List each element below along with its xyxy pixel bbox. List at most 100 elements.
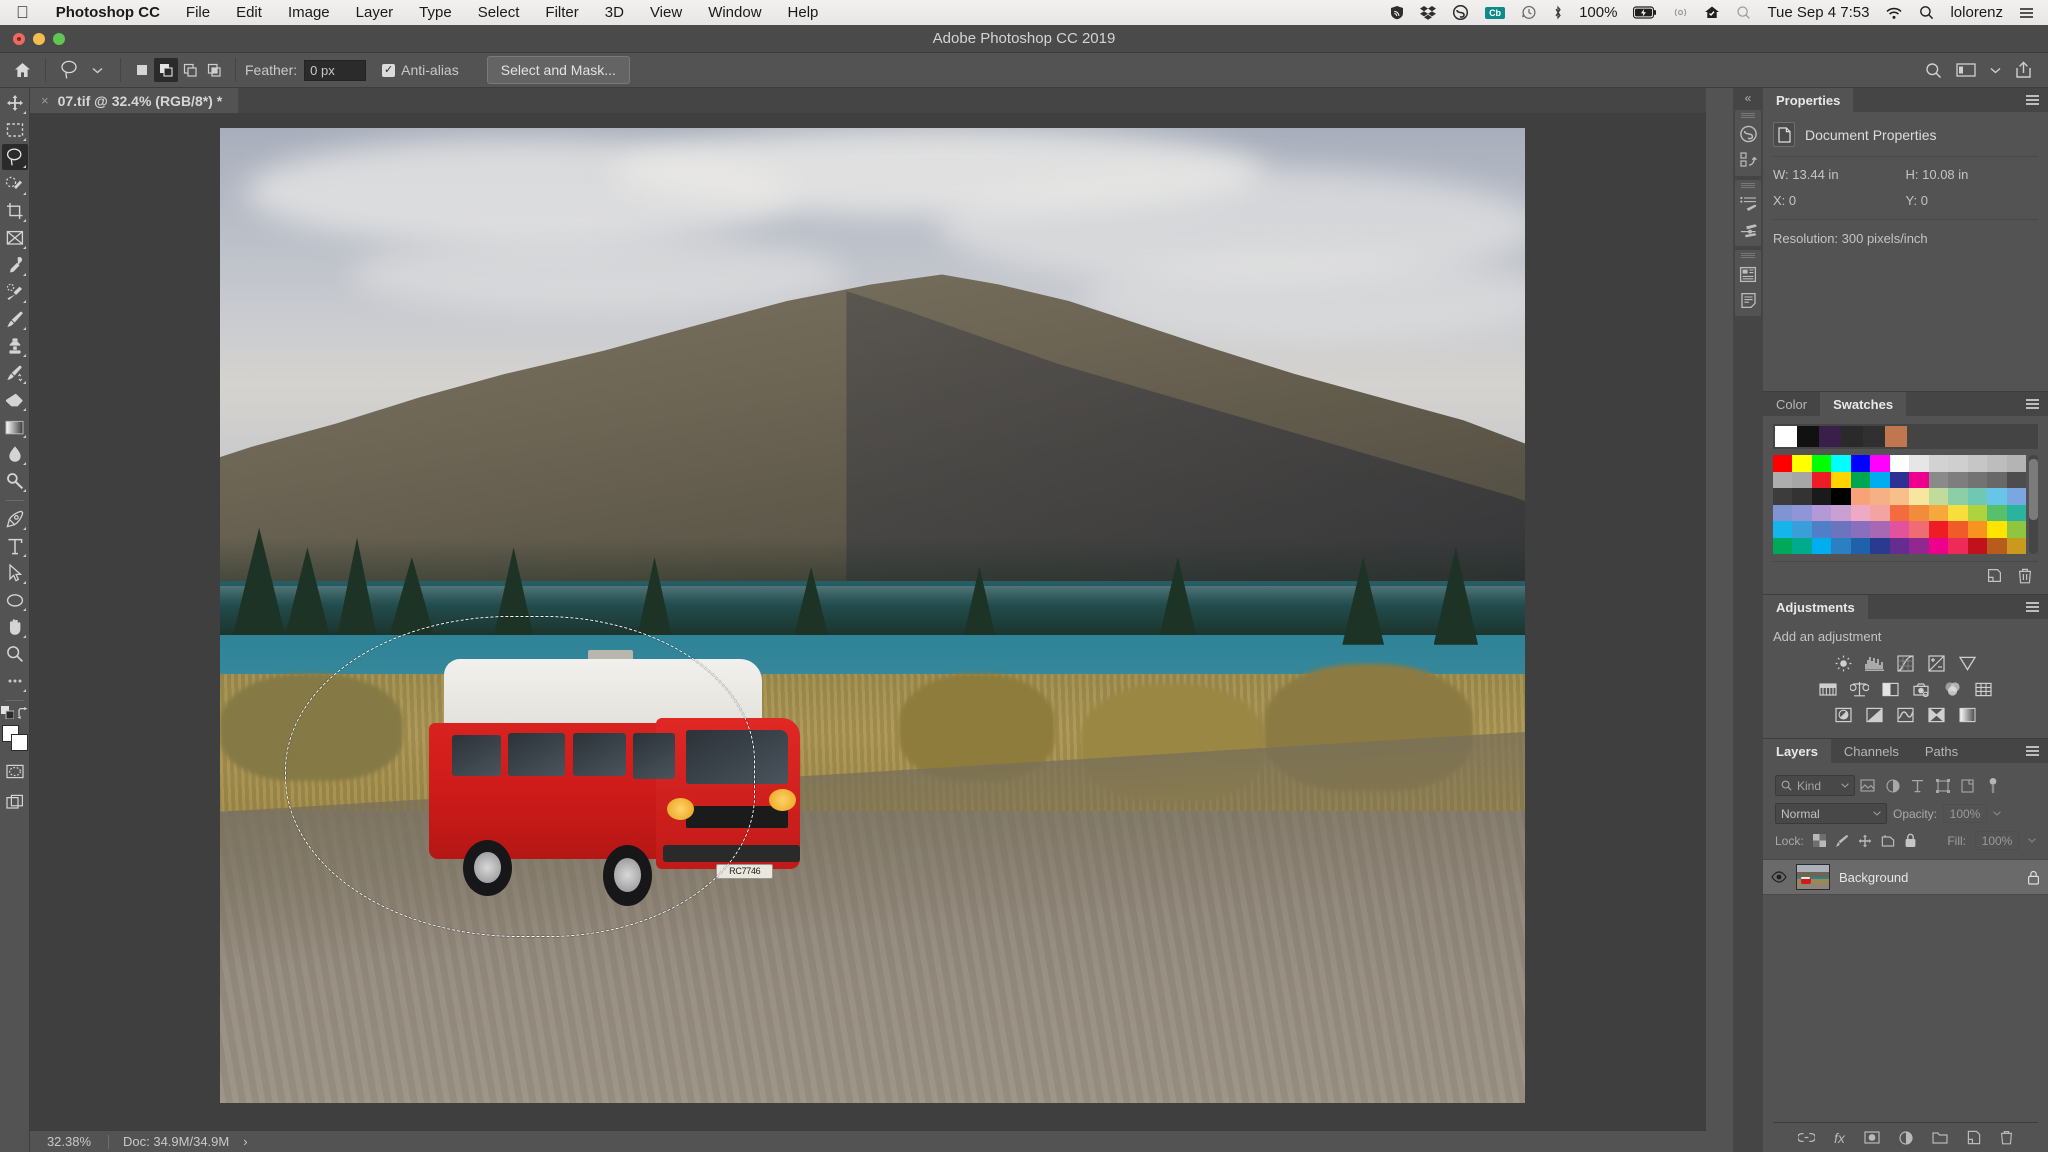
color-swatch[interactable]: [1909, 504, 1929, 521]
panel-grab-handle[interactable]: [1741, 113, 1755, 118]
invert-icon[interactable]: [1834, 705, 1854, 725]
status-expand-chevron-icon[interactable]: ›: [243, 1134, 247, 1149]
menu-item-layer[interactable]: Layer: [343, 4, 407, 21]
color-swatch[interactable]: [1967, 521, 1988, 538]
color-swatch[interactable]: [1831, 455, 1851, 472]
cleanmymac-icon[interactable]: [1696, 5, 1728, 20]
lasso-tool-icon[interactable]: [55, 57, 83, 83]
tool-quick-selection[interactable]: [2, 171, 28, 197]
color-swatch[interactable]: [2006, 488, 2026, 505]
color-swatch[interactable]: [1792, 504, 1812, 521]
time-machine-icon[interactable]: [1513, 5, 1545, 20]
workspace-switcher-icon[interactable]: [1956, 62, 1976, 78]
color-swatch[interactable]: [1831, 471, 1851, 488]
lock-artboard-nesting-icon[interactable]: [1881, 834, 1895, 847]
color-swatch[interactable]: [1928, 455, 1949, 472]
swatches-panel-menu-icon[interactable]: [2017, 392, 2048, 416]
recent-swatches-row[interactable]: [1773, 424, 2038, 449]
panel-grab-handle[interactable]: [1741, 253, 1755, 258]
tab-properties[interactable]: Properties: [1763, 88, 1854, 112]
wifi-icon[interactable]: [1877, 6, 1911, 20]
menu-item-select[interactable]: Select: [465, 4, 533, 21]
color-swatch[interactable]: [1870, 455, 1890, 472]
background-color-swatch[interactable]: [10, 734, 28, 751]
height-field[interactable]: H: 10.08 in: [1906, 167, 2039, 182]
search-magnifier-alt-icon[interactable]: [1728, 5, 1759, 20]
color-swatch[interactable]: [1831, 521, 1851, 538]
new-selection-button[interactable]: [130, 58, 154, 82]
tool-edit-toolbar[interactable]: [2, 668, 28, 694]
menubar-datetime[interactable]: Tue Sep 4 7:53: [1759, 4, 1877, 21]
swatches-scrollbar[interactable]: [2029, 455, 2038, 554]
new-fill-adjustment-icon[interactable]: [1899, 1130, 1913, 1145]
vpn-shield-icon[interactable]: [1382, 5, 1412, 20]
color-swatch[interactable]: [1773, 488, 1793, 505]
color-swatch[interactable]: [1773, 521, 1793, 538]
notes-icon[interactable]: [1736, 287, 1760, 313]
menu-item-edit[interactable]: Edit: [223, 4, 275, 21]
tool-clone-stamp[interactable]: [2, 333, 28, 359]
color-swatch[interactable]: [1811, 521, 1832, 538]
color-swatch[interactable]: [1811, 455, 1832, 472]
color-swatch[interactable]: [1870, 521, 1890, 538]
color-swatch[interactable]: [1831, 504, 1851, 521]
color-swatch[interactable]: [1909, 537, 1929, 554]
share-icon[interactable]: [2015, 61, 2032, 79]
lock-all-icon[interactable]: [1904, 833, 1917, 848]
add-to-selection-button[interactable]: [154, 58, 178, 82]
color-swatch[interactable]: [1909, 471, 1929, 488]
color-swatch[interactable]: [1889, 455, 1910, 472]
tool-hand[interactable]: [2, 614, 28, 640]
lasso-selection-marching-ants[interactable]: [285, 615, 756, 938]
delete-swatch-icon[interactable]: [2018, 568, 2032, 584]
properties-panel-menu-icon[interactable]: [2017, 88, 2048, 112]
color-swatch[interactable]: [1889, 537, 1910, 554]
menu-item-view[interactable]: View: [637, 4, 695, 21]
panel-grab-handle[interactable]: [1741, 183, 1755, 188]
curves-icon[interactable]: [1896, 653, 1916, 673]
tool-lasso[interactable]: [1, 144, 28, 170]
swatches-grid[interactable]: [1773, 455, 2026, 554]
tab-channels[interactable]: Channels: [1831, 739, 1912, 763]
color-swatch[interactable]: [1850, 455, 1871, 472]
layer-row-background[interactable]: Background: [1763, 859, 2048, 895]
color-swatch[interactable]: [1948, 455, 1968, 472]
lock-image-pixels-icon[interactable]: [1835, 834, 1849, 848]
swatches-scrollbar-thumb[interactable]: [2029, 458, 2038, 521]
color-swatch[interactable]: [1967, 488, 1988, 505]
fill-chevron-down-icon[interactable]: [2028, 838, 2036, 843]
menu-item-type[interactable]: Type: [406, 4, 465, 21]
collapse-panels-icon[interactable]: «: [1745, 90, 1752, 106]
color-swatch[interactable]: [1948, 537, 1968, 554]
image-canvas[interactable]: RC7746: [220, 128, 1525, 1103]
filter-pixel-icon[interactable]: [1855, 775, 1880, 796]
color-swatch[interactable]: [1831, 537, 1851, 554]
color-swatch[interactable]: [1870, 488, 1890, 505]
color-swatch[interactable]: [1811, 471, 1832, 488]
color-swatch[interactable]: [1889, 488, 1910, 505]
control-center-icon[interactable]: [2011, 6, 2048, 20]
recent-swatch[interactable]: [1841, 426, 1863, 447]
color-swatch[interactable]: [1792, 488, 1812, 505]
menu-item-filter[interactable]: Filter: [532, 4, 591, 21]
default-colors-icon[interactable]: [0, 706, 14, 719]
opacity-value-field[interactable]: 100%: [1943, 804, 1988, 823]
color-swatch[interactable]: [1987, 471, 2007, 488]
airplay-icon[interactable]: [1665, 5, 1696, 20]
color-swatch[interactable]: [1928, 471, 1949, 488]
color-swatch[interactable]: [1773, 455, 1793, 472]
select-and-mask-button[interactable]: Select and Mask...: [486, 56, 630, 84]
color-swatch[interactable]: [1850, 521, 1871, 538]
link-layers-icon[interactable]: [1798, 1132, 1816, 1143]
new-layer-icon[interactable]: [1967, 1130, 1981, 1145]
color-swatch[interactable]: [1773, 537, 1793, 554]
menu-app-name[interactable]: Photoshop CC: [43, 4, 173, 21]
color-swatch[interactable]: [2006, 504, 2026, 521]
close-window-button[interactable]: [13, 33, 25, 45]
color-swatch[interactable]: [1792, 455, 1812, 472]
color-swatch[interactable]: [1792, 537, 1812, 554]
workspace-chevron-down-icon[interactable]: [1990, 67, 2001, 74]
color-swatch[interactable]: [1928, 537, 1949, 554]
zoom-level-field[interactable]: 32.38%: [30, 1134, 108, 1149]
menu-item-window[interactable]: Window: [695, 4, 774, 21]
